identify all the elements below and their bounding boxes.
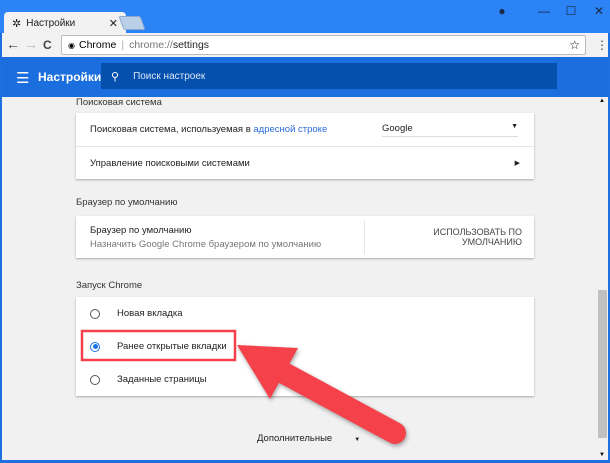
url-path: settings: [172, 39, 210, 51]
search-input[interactable]: ⚲ Поиск настроек: [101, 63, 557, 89]
profile-icon[interactable]: ●: [491, 4, 513, 20]
section-heading: Браузер по умолчанию: [76, 197, 178, 208]
address-bar-link[interactable]: адресной строке: [253, 124, 327, 135]
scroll-up-icon[interactable]: ▲: [599, 98, 605, 104]
star-icon[interactable]: ☆: [569, 38, 580, 52]
option-label: Ранее открытые вкладки: [117, 341, 227, 352]
gear-icon: ✲: [12, 17, 22, 30]
advanced-toggle[interactable]: Дополнительные ▼: [257, 433, 360, 444]
startup-card: Новая вкладка Ранее открытые вкладки Зад…: [76, 297, 534, 396]
option-label: Новая вкладка: [117, 308, 183, 319]
search-engine-row: Поисковая система, используемая в адресн…: [76, 113, 534, 146]
hamburger-menu-icon[interactable]: ☰: [16, 69, 29, 87]
search-icon: ⚲: [111, 70, 120, 83]
scrollbar-thumb[interactable]: [598, 290, 607, 438]
startup-option[interactable]: Заданные страницы: [76, 363, 534, 396]
minimize-button[interactable]: —: [533, 4, 555, 20]
tab-settings[interactable]: ✲ Настройки ✕: [4, 12, 126, 34]
startup-option[interactable]: Новая вкладка: [76, 297, 534, 330]
option-label: Заданные страницы: [117, 374, 207, 385]
chrome-icon: ◉: [68, 40, 75, 50]
default-browser-subtitle: Назначить Google Chrome браузером по умо…: [90, 238, 322, 250]
advanced-label: Дополнительные: [257, 433, 333, 444]
close-tab-icon[interactable]: ✕: [109, 17, 118, 30]
maximize-button[interactable]: ☐: [560, 4, 582, 20]
tab-title: Настройки: [26, 17, 76, 29]
radio-button[interactable]: [90, 308, 100, 319]
chevron-down-icon: ▼: [354, 437, 361, 443]
row-label: Поисковая система, используемая в: [90, 124, 251, 135]
default-browser-title: Браузер по умолчанию: [90, 224, 192, 236]
settings-content: Поисковая система Поисковая система, исп…: [2, 97, 596, 460]
manage-search-engines-row[interactable]: Управление поисковыми системами ▶: [76, 146, 534, 179]
radio-button-checked[interactable]: [90, 341, 100, 352]
page-title: Настройки: [38, 70, 102, 84]
row-label: Управление поисковыми системами: [90, 157, 250, 169]
make-default-button[interactable]: ИСПОЛЬЗОВАТЬ ПО УМОЛЧАНИЮ: [365, 227, 534, 247]
dropdown-arrow-icon: ▼: [511, 122, 518, 130]
site-label: Chrome: [78, 39, 117, 51]
reload-button[interactable]: C: [43, 38, 52, 52]
search-placeholder: Поиск настроек: [133, 70, 206, 82]
forward-button[interactable]: →: [24, 36, 38, 52]
chevron-right-icon: ▶: [514, 160, 520, 167]
section-heading: Запуск Chrome: [76, 280, 143, 291]
radio-button[interactable]: [90, 374, 100, 385]
startup-option[interactable]: Ранее открытые вкладки: [76, 330, 534, 363]
close-window-button[interactable]: ✕: [588, 4, 610, 20]
section-heading: Поисковая система: [76, 97, 162, 108]
default-browser-card: Браузер по умолчанию Назначить Google Ch…: [76, 216, 534, 258]
menu-icon[interactable]: ⋮: [596, 38, 608, 52]
selected-value: Google: [382, 122, 413, 134]
search-engine-select[interactable]: Google ▼: [382, 123, 518, 137]
new-tab-button[interactable]: [118, 16, 146, 30]
search-engine-card: Поисковая система, используемая в адресн…: [76, 113, 534, 179]
back-button[interactable]: ←: [6, 36, 20, 52]
address-bar[interactable]: ◉ Chrome | chrome://settings ☆: [61, 35, 586, 55]
url-scheme: chrome://: [129, 39, 173, 51]
scroll-down-icon[interactable]: ▼: [599, 452, 605, 458]
